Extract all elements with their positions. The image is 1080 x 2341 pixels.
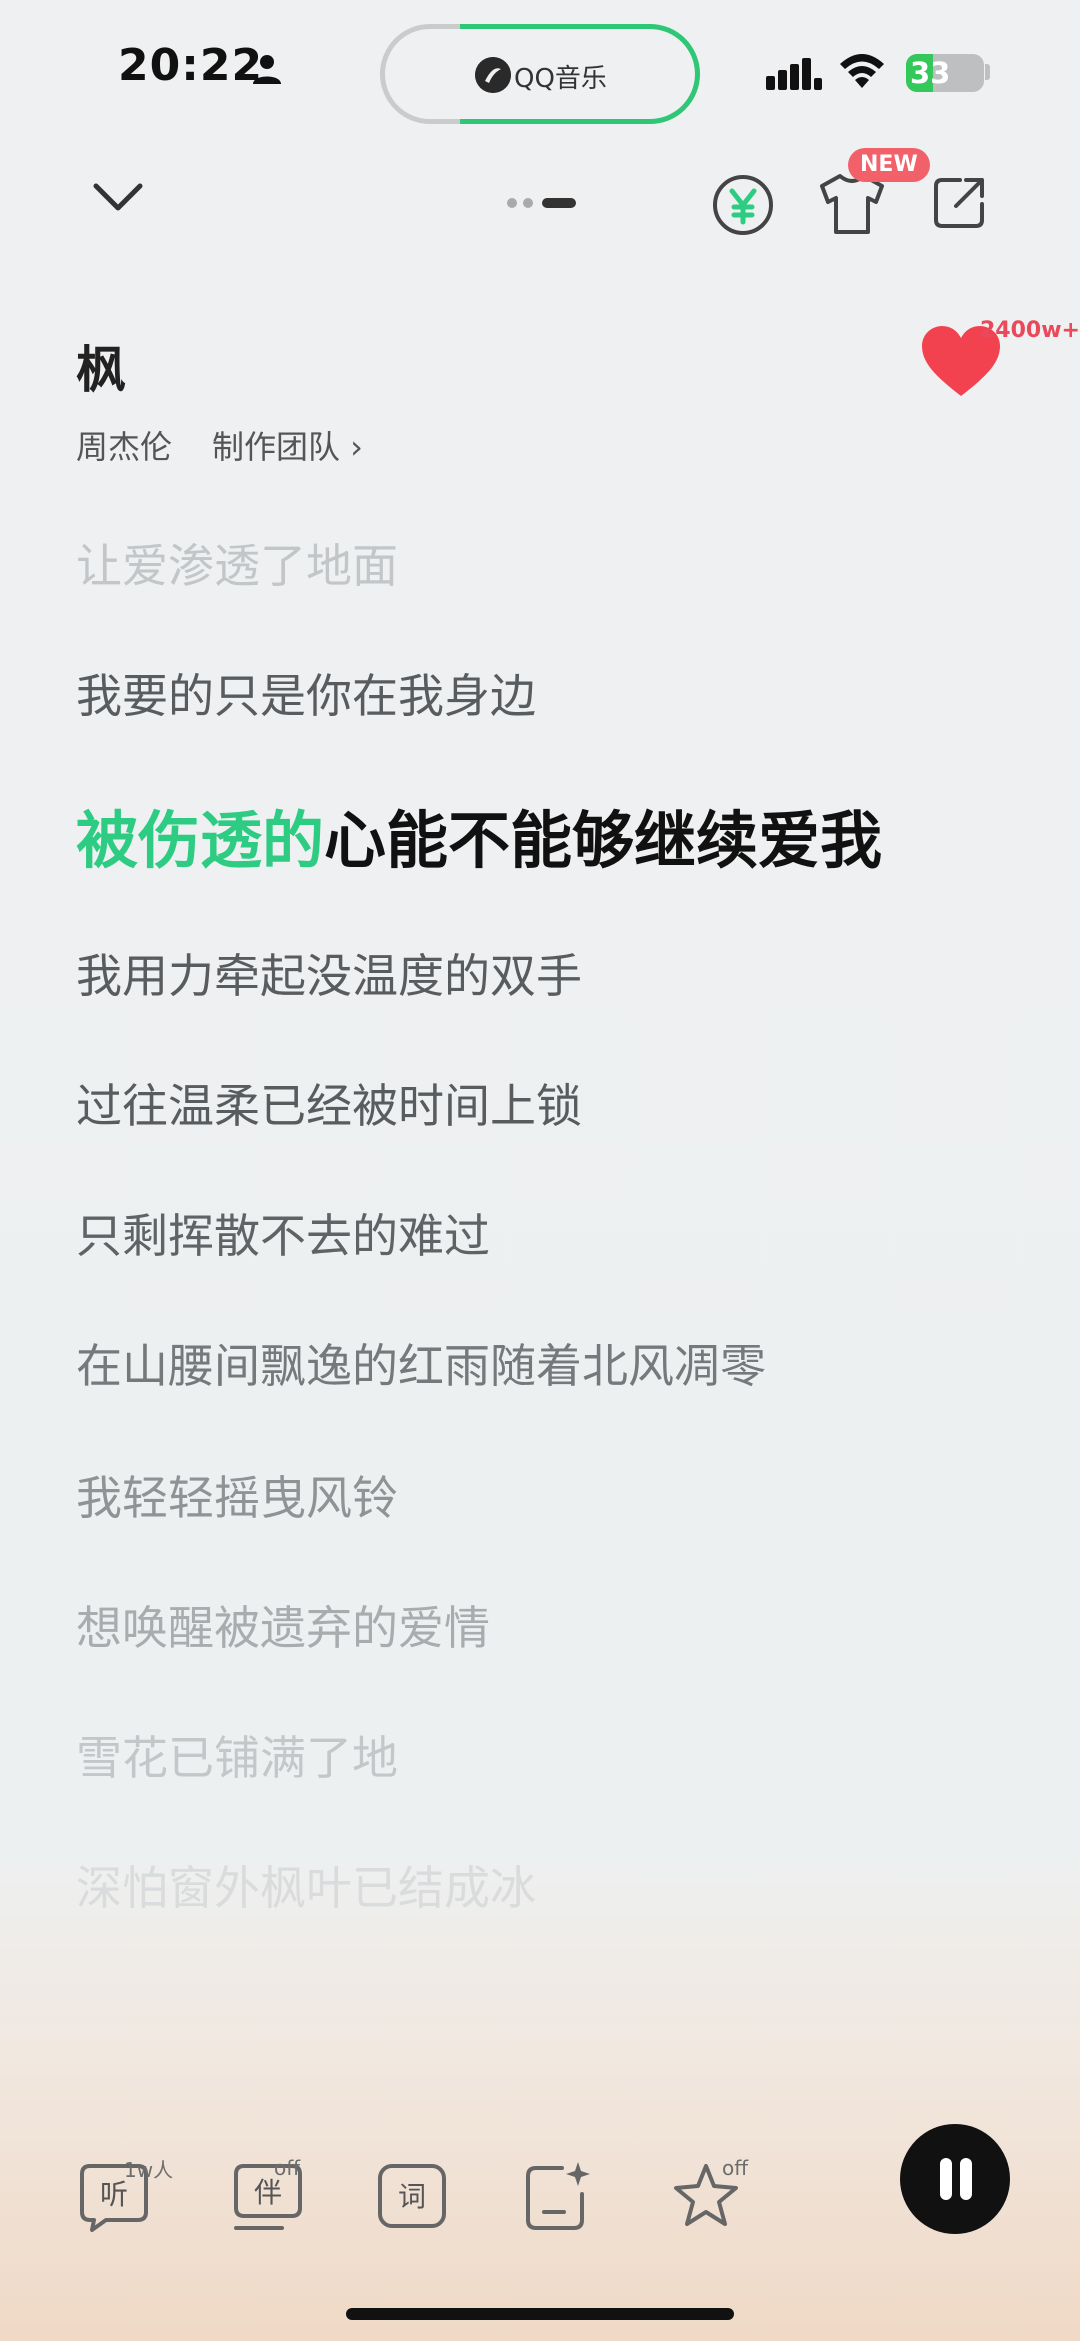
- cellular-signal-icon: [766, 58, 822, 90]
- favorite-off-badge: off: [722, 2156, 749, 2180]
- current-lyric-line[interactable]: 被伤透的心能不能够继续爱我: [76, 790, 882, 880]
- lyric-line[interactable]: 在山腰间飘逸的红雨随着北风凋零: [76, 1330, 766, 1396]
- lyric-line[interactable]: 想唤醒被遗弃的爱情: [76, 1592, 490, 1658]
- lyric-line[interactable]: 我要的只是你在我身边: [76, 660, 536, 726]
- listen-count-badge: 1w人: [124, 2158, 174, 2182]
- lyrics-label: 词: [398, 2180, 426, 2213]
- accompaniment-label: 伴: [254, 2176, 282, 2209]
- lyric-line[interactable]: 让爱渗透了地面: [76, 530, 398, 596]
- lyrics-icon: 词: [378, 2164, 446, 2228]
- lyric-line[interactable]: 深怕窗外枫叶已结成冰: [76, 1852, 536, 1918]
- chevron-down-icon[interactable]: [90, 178, 146, 218]
- lyric-line[interactable]: 过往温柔已经被时间上锁: [76, 1070, 582, 1136]
- poster-sparkle-icon: [526, 2162, 590, 2230]
- lyric-line[interactable]: 只剩挥散不去的难过: [76, 1200, 490, 1266]
- lyric-poster-button[interactable]: [518, 2158, 594, 2234]
- battery-level: 33: [910, 56, 951, 90]
- playback-progress-arc-bottom: [465, 119, 585, 124]
- song-title: 枫: [76, 341, 126, 399]
- lyric-line[interactable]: 雪花已铺满了地: [76, 1722, 398, 1788]
- battery-cap: [985, 64, 990, 80]
- pause-icon-bar: [960, 2158, 972, 2200]
- lyric-line[interactable]: 我用力牵起没温度的双手: [76, 940, 582, 1006]
- share-icon[interactable]: [932, 174, 988, 230]
- accompaniment-off-badge: off: [274, 2156, 301, 2180]
- current-lyric-unsung: 心能不能够继续爱我: [324, 804, 883, 877]
- credits-link[interactable]: 制作团队 ›: [212, 422, 363, 468]
- new-badge: NEW: [848, 148, 930, 182]
- pause-icon: [940, 2158, 952, 2200]
- like-count: 2400w+: [980, 318, 1080, 343]
- battery-indicator: 33: [906, 54, 984, 92]
- lyric-line[interactable]: 我轻轻摇曳风铃: [76, 1462, 398, 1528]
- yen-coin-icon[interactable]: [712, 174, 774, 236]
- wifi-icon: [840, 54, 884, 88]
- page-indicator-dots[interactable]: [506, 196, 576, 210]
- qq-music-logo-icon: [475, 57, 511, 93]
- pause-button[interactable]: [900, 2124, 1010, 2234]
- status-time: 20:22: [118, 40, 264, 91]
- artist-name[interactable]: 周杰伦: [76, 422, 172, 468]
- now-playing-app-label: QQ音乐: [514, 64, 607, 94]
- current-lyric-sung: 被伤透的: [76, 804, 325, 877]
- home-indicator[interactable]: [346, 2308, 734, 2320]
- person-icon: [253, 55, 281, 84]
- lyrics-button[interactable]: 词: [374, 2158, 450, 2234]
